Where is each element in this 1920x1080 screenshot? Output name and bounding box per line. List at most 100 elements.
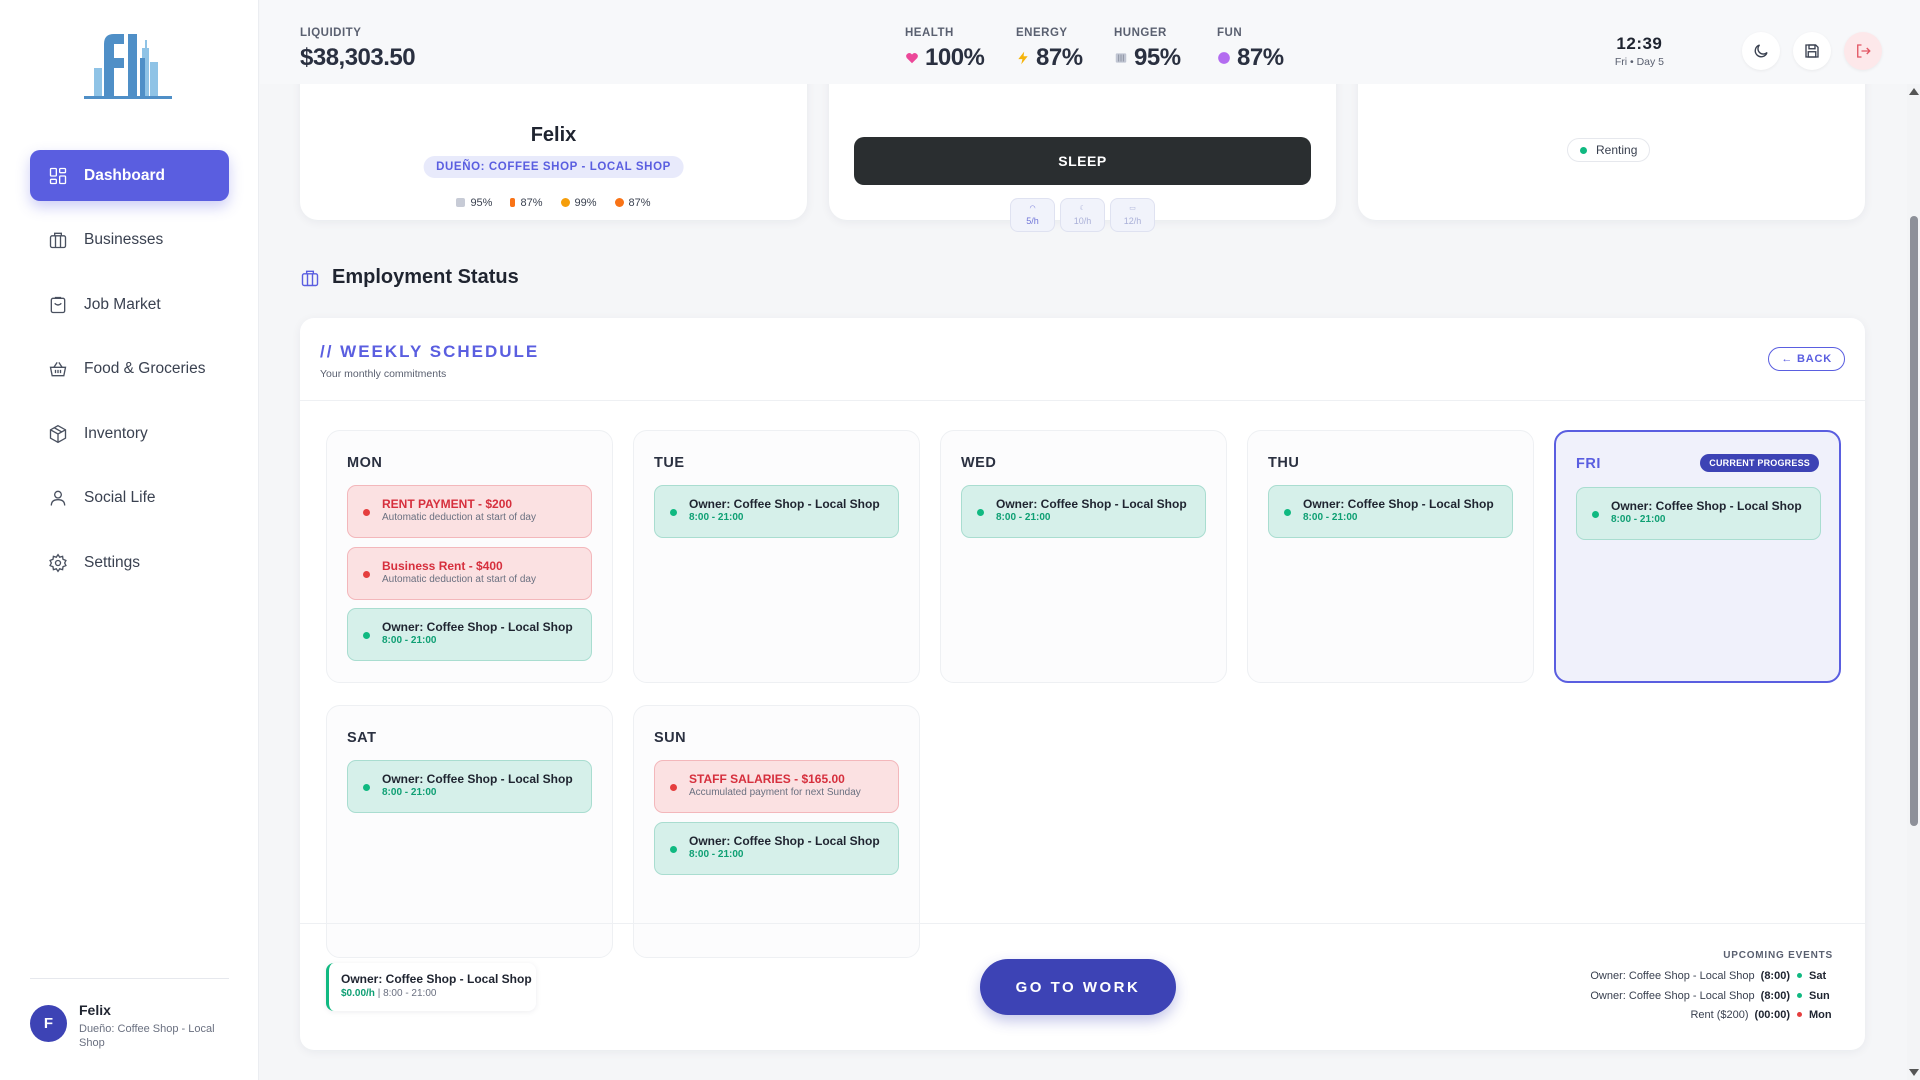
work-event[interactable]: Owner: Coffee Shop - Local Shop 8:00 - 21… (654, 821, 899, 875)
work-event[interactable]: Owner: Coffee Shop - Local Shop 8:00 - 21… (654, 485, 899, 538)
scroll-thumb[interactable] (1910, 216, 1918, 826)
bill-event[interactable]: STAFF SALARIES - $165.00 Accumulated paym… (654, 760, 899, 813)
current-job-chip[interactable]: Owner: Coffee Shop - Local Shop $0.00/h … (326, 963, 536, 1011)
event-title: Owner: Coffee Shop - Local Shop (1303, 497, 1494, 511)
smile-icon (560, 198, 570, 207)
eye-icon: ◠ (1029, 205, 1036, 212)
mini-stat-mood: 99% (560, 197, 597, 209)
liquidity-label: LIQUIDITY (300, 27, 362, 39)
utensils-icon (456, 198, 466, 207)
upcoming-event-row: Rent ($200) (00:00) Mon (1690, 1009, 1832, 1021)
briefcase-icon (49, 232, 67, 249)
sidebar-item-label: Inventory (84, 424, 148, 442)
sidebar-item-social-life[interactable]: Social Life (30, 473, 229, 524)
housing-status-badge: Renting (1567, 138, 1651, 162)
event-subtitle: 8:00 - 21:00 (996, 512, 1051, 523)
event-title: Owner: Coffee Shop - Local Shop (382, 772, 573, 786)
status-dot (363, 632, 370, 639)
basket-icon (49, 361, 67, 377)
mini-stat-energy: 87% (510, 197, 543, 209)
dark-mode-button[interactable] (1742, 32, 1780, 70)
status-dot (1284, 509, 1291, 516)
rate-chip[interactable]: ◠ 5/h (1010, 198, 1055, 232)
schedule-subtitle: Your monthly commitments (320, 368, 447, 380)
sidebar-item-businesses[interactable]: Businesses (30, 215, 229, 266)
save-button[interactable] (1793, 32, 1831, 70)
user-profile[interactable]: F Felix Dueño: Coffee Shop - Local Shop (30, 1002, 235, 1050)
event-title: Business Rent - $400 (382, 558, 503, 573)
bill-event[interactable]: RENT PAYMENT - $200 Automatic deduction a… (347, 485, 592, 538)
day-card-sun[interactable]: SUN STAFF SALARIES - $165.00 Accumulated p… (633, 705, 920, 958)
scroll-down-arrow[interactable] (1909, 1069, 1919, 1076)
status-dot (1580, 146, 1587, 154)
rate-chip[interactable]: ☾ 10/h (1060, 198, 1105, 232)
upcoming-event-row: Owner: Coffee Shop - Local Shop (8:00) Sat (1590, 970, 1827, 982)
city-logo-icon[interactable] (80, 28, 176, 102)
day-card-mon[interactable]: MON RENT PAYMENT - $200 Automatic deductio… (326, 430, 613, 683)
sidebar-item-dashboard[interactable]: Dashboard (30, 150, 229, 201)
day-card-thu[interactable]: THU Owner: Coffee Shop - Local Shop 8:00 -… (1247, 430, 1534, 683)
stat-energy: ENERGY 87% (1016, 27, 1083, 71)
sidebar-item-label: Settings (84, 553, 141, 571)
day-card-wed[interactable]: WED Owner: Coffee Shop - Local Shop 8:00 -… (940, 430, 1227, 683)
profile-name: Felix (530, 124, 577, 146)
event-title: Owner: Coffee Shop - Local Shop (689, 497, 880, 511)
bed-icon: ▭ (1129, 205, 1136, 212)
day-name: WED (961, 455, 997, 471)
event-subtitle: 8:00 - 21:00 (689, 848, 744, 860)
event-subtitle: Automatic deduction at start of day (382, 512, 536, 523)
save-icon (1805, 44, 1819, 58)
clock-time: 12:39 (1616, 34, 1663, 53)
day-card-fri[interactable]: FRI CURRENT PROGRESS Owner: Coffee Shop - … (1554, 430, 1841, 683)
logout-icon (1857, 44, 1871, 58)
day-name: SUN (654, 730, 687, 746)
clock-day: Fri • Day 5 (1614, 56, 1664, 68)
go-to-work-button[interactable]: GO TO WORK (980, 959, 1176, 1015)
liquidity-value: $38,303.50 (300, 44, 416, 71)
event-subtitle: 8:00 - 21:00 (382, 635, 437, 646)
sidebar: Dashboard Businesses Job Market Food & G… (0, 0, 259, 1080)
work-event[interactable]: Owner: Coffee Shop - Local Shop 8:00 - 21… (347, 760, 592, 813)
sidebar-item-inventory[interactable]: Inventory (30, 408, 229, 459)
sleep-button[interactable]: SLEEP (854, 137, 1311, 185)
logout-button[interactable] (1844, 32, 1882, 70)
sidebar-item-label: Social Life (84, 489, 156, 506)
divider (300, 400, 1865, 401)
mini-stats: 95% 87% 99% 87% (300, 197, 807, 209)
work-event[interactable]: Owner: Coffee Shop - Local Shop 8:00 - 21… (961, 485, 1206, 538)
sidebar-nav: Dashboard Businesses Job Market Food & G… (30, 150, 229, 602)
sidebar-item-label: Job Market (84, 295, 161, 313)
utensils-icon (1115, 53, 1127, 63)
rate-chip[interactable]: ▭ 12/h (1110, 198, 1155, 232)
status-dot (1592, 511, 1599, 518)
work-event[interactable]: Owner: Coffee Shop - Local Shop 8:00 - 21… (1268, 485, 1513, 538)
scroll-up-arrow[interactable] (1909, 88, 1919, 95)
user-name: Felix (79, 1002, 111, 1018)
sidebar-item-job-market[interactable]: Job Market (30, 279, 229, 330)
event-title: STAFF SALARIES - $165.00 (689, 772, 845, 786)
upcoming-events: UPCOMING EVENTS Owner: Coffee Shop - Loc… (1590, 950, 1833, 1026)
status-dot (363, 570, 370, 578)
event-subtitle: 8:00 - 21:00 (1611, 514, 1666, 525)
day-name: TUE (654, 455, 685, 471)
event-title: Owner: Coffee Shop - Local Shop (689, 833, 880, 848)
day-card-sat[interactable]: SAT Owner: Coffee Shop - Local Shop 8:00 -… (326, 705, 613, 958)
gear-icon (49, 552, 67, 573)
back-button[interactable]: ← BACK (1768, 347, 1845, 371)
page-scrollbar[interactable] (1907, 84, 1920, 1080)
bill-event[interactable]: Business Rent - $400 Automatic deduction … (347, 546, 592, 600)
game-clock: 12:39 Fri • Day 5 (1615, 34, 1664, 68)
work-event[interactable]: Owner: Coffee Shop - Local Shop 8:00 - 21… (1576, 487, 1821, 540)
user-role: Dueño: Coffee Shop - Local Shop (79, 1023, 215, 1049)
work-event[interactable]: Owner: Coffee Shop - Local Shop 8:00 - 21… (347, 608, 592, 661)
day-card-tue[interactable]: TUE Owner: Coffee Shop - Local Shop 8:00 -… (633, 430, 920, 683)
status-dot (363, 509, 370, 516)
event-subtitle: Automatic deduction at start of day (382, 573, 536, 585)
event-title: Owner: Coffee Shop - Local Shop (382, 620, 573, 634)
sidebar-item-food-groceries[interactable]: Food & Groceries (30, 344, 229, 395)
bolt-icon (510, 198, 516, 207)
circle-icon (1218, 52, 1230, 64)
sidebar-item-settings[interactable]: Settings (30, 537, 229, 588)
status-dot (670, 845, 677, 853)
event-subtitle: Accumulated payment for next Sunday (689, 787, 861, 798)
